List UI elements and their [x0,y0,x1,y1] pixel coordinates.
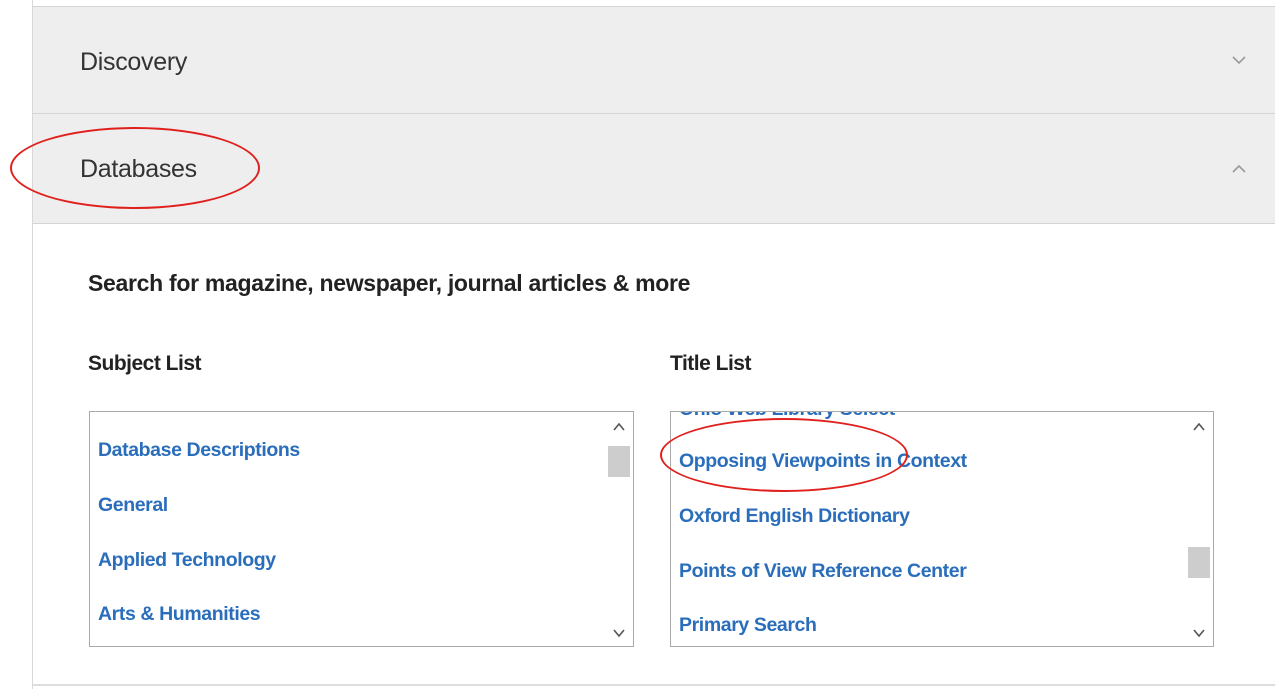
subject-list-label: Subject List [88,352,202,375]
title-item-primary-search[interactable]: Primary Search [679,614,817,637]
title-item-oxford-english-dictionary[interactable]: Oxford English Dictionary [679,505,910,528]
subject-item-arts-humanities[interactable]: Arts & Humanities [98,603,261,626]
title-list-label: Title List [670,352,751,375]
scroll-down-arrow-icon[interactable] [1193,628,1205,638]
accordion-header-databases[interactable]: Databases [33,114,1275,224]
subject-item-database-descriptions[interactable]: Database Descriptions [98,439,300,462]
panel-heading: Search for magazine, newspaper, journal … [88,270,691,296]
title-item-points-of-view[interactable]: Points of View Reference Center [679,560,967,583]
chevron-up-icon [1232,164,1246,173]
subject-item-applied-technology[interactable]: Applied Technology [98,549,276,572]
accordion: Discovery Databases Search for magazine,… [32,0,1275,689]
title-scrollbar[interactable] [1185,412,1213,646]
accordion-title-databases: Databases [80,155,197,183]
scroll-up-arrow-icon[interactable] [613,422,625,432]
subject-listbox[interactable]: Database Descriptions General Applied Te… [89,411,634,647]
accordion-header-discovery[interactable]: Discovery [33,6,1275,114]
scroll-down-arrow-icon[interactable] [613,628,625,638]
databases-panel: Search for magazine, newspaper, journal … [33,224,1275,686]
title-item-opposing-viewpoints[interactable]: Opposing Viewpoints in Context [679,450,967,473]
title-item-partial[interactable]: Ohio Web Library Select [679,412,895,421]
accordion-title-discovery: Discovery [80,48,188,76]
title-listbox[interactable]: Ohio Web Library Select Opposing Viewpoi… [670,411,1214,647]
subject-scroll-thumb[interactable] [608,446,630,477]
subject-item-general[interactable]: General [98,494,168,517]
chevron-down-icon [1232,56,1246,65]
subject-scrollbar[interactable] [605,412,633,646]
title-scroll-thumb[interactable] [1188,547,1210,578]
scroll-up-arrow-icon[interactable] [1193,422,1205,432]
